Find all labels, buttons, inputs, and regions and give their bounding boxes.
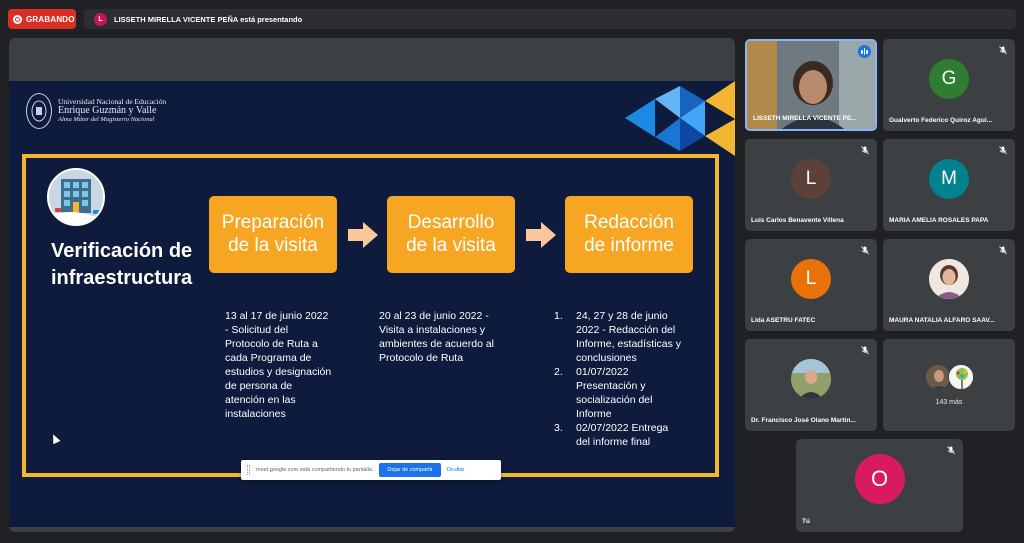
recording-label: GRABANDO xyxy=(26,14,75,24)
presentation-stage: Universidad Nacional de Educación Enriqu… xyxy=(9,38,735,532)
section-title-line1: Verificación de xyxy=(51,240,193,262)
desc-line: instalaciones xyxy=(225,407,286,420)
avatar xyxy=(791,358,831,399)
self-tile[interactable]: O Tú xyxy=(796,439,963,532)
desc-line: Informe, estadísticas y xyxy=(576,337,682,350)
university-seal-icon xyxy=(26,93,52,129)
desc-line: ambientes de acuerdo al xyxy=(379,337,494,350)
list-number: 3. xyxy=(554,421,563,434)
mic-off-icon xyxy=(999,146,1007,155)
presenter-avatar: L xyxy=(94,12,107,26)
step-1-description: 13 al 17 de junio 2022 - Solicitud del P… xyxy=(225,310,331,422)
recording-indicator[interactable]: GRABANDO xyxy=(8,9,76,29)
step-3-box: Redacción de informe xyxy=(565,196,693,273)
participant-name: Gualverto Federico Quiroz Agui... xyxy=(889,117,993,124)
step-1-box: Preparación de la visita xyxy=(209,196,337,273)
step-3-description: 1. 24, 27 y 28 de junio 2022 - Redacción… xyxy=(554,310,681,450)
avatar: O xyxy=(854,453,905,504)
desc-line: socialización del xyxy=(576,393,653,406)
university-motto: Alma Máter del Magisterio Nacional xyxy=(58,115,155,123)
desc-line: Protocolo de Ruta xyxy=(379,351,464,364)
participant-name: Lida ASETRU FATEC xyxy=(751,317,816,324)
participant-tile[interactable]: L Luis Carlos Benavente Villena xyxy=(745,139,877,231)
mic-off-icon xyxy=(999,246,1007,255)
mic-off-icon xyxy=(861,246,869,255)
arrow-right-icon xyxy=(526,222,556,248)
mic-off-icon xyxy=(999,46,1007,55)
desc-line: atención en las xyxy=(225,393,296,406)
participant-tile[interactable]: L Lida ASETRU FATEC xyxy=(745,239,877,331)
step-2-box: Desarrollo de la visita xyxy=(387,196,515,273)
list-item: 3. 02/07/2022 Entrega del informe final xyxy=(554,422,681,450)
step-3-label-line2: de informe xyxy=(584,234,674,256)
mic-off-icon xyxy=(861,346,869,355)
drag-handle-icon[interactable] xyxy=(247,465,250,475)
desc-line: de persona de xyxy=(225,379,293,392)
section-title: Verificación de infraestructura xyxy=(51,238,192,292)
desc-line: Protocolo de Ruta a xyxy=(225,337,318,350)
screen-share-bar: meet.google.com está compartiendo tu pan… xyxy=(241,460,501,480)
list-item: 2. 01/07/2022 Presentación y socializaci… xyxy=(554,366,681,422)
list-number: 1. xyxy=(554,310,563,322)
step-2-description: 20 al 23 de junio 2022 - Visita a instal… xyxy=(379,310,494,366)
university-logo: Universidad Nacional de Educación Enriqu… xyxy=(26,93,166,129)
desc-line: 20 al 23 de junio 2022 - xyxy=(379,310,489,322)
participant-name: LISSETH MIRELLA VICENTE PE... xyxy=(753,115,857,122)
step-1-label-line1: Preparación xyxy=(221,211,325,233)
step-1-label-line2: de la visita xyxy=(228,234,318,256)
avatar: G xyxy=(929,58,969,99)
mic-off-icon xyxy=(947,446,955,455)
desc-line: estudios y designación xyxy=(225,365,332,378)
avatar: L xyxy=(791,158,831,199)
desc-line: cada Programa de xyxy=(225,351,312,364)
avatar: M xyxy=(929,158,969,199)
participant-tile[interactable]: G Gualverto Federico Quiroz Agui... xyxy=(883,39,1015,131)
presenting-text: LISSETH MIRELLA VICENTE PEÑA está presen… xyxy=(114,14,303,24)
participant-name: Dr. Francisco José Olano Martin... xyxy=(751,417,856,424)
desc-line: 2022 - Redacción del xyxy=(576,323,676,336)
more-participants-tile[interactable]: 143 más xyxy=(883,339,1015,431)
participant-tile[interactable]: MAURA NATALIA ALFARO SAAV... xyxy=(883,239,1015,331)
section-title-line2: infraestructura xyxy=(51,267,193,289)
record-icon xyxy=(13,14,22,24)
participant-tile-presenter[interactable]: LISSETH MIRELLA VICENTE PE... xyxy=(745,39,877,131)
share-message: meet.google.com está compartiendo tu pan… xyxy=(256,467,374,473)
content-frame: Verificación de infraestructura Preparac… xyxy=(22,154,719,477)
desc-line: 01/07/2022 xyxy=(576,365,629,378)
desc-line: Visita a instalaciones y xyxy=(379,323,486,336)
participant-tile[interactable]: Dr. Francisco José Olano Martin... xyxy=(745,339,877,431)
hide-share-bar-button[interactable]: Ocultar xyxy=(447,467,465,473)
participant-tile[interactable]: M MARIA AMELIA ROSALES PAPA xyxy=(883,139,1015,231)
desc-line: 02/07/2022 Entrega xyxy=(576,421,669,434)
speaking-indicator-icon xyxy=(858,45,871,58)
desc-line: Presentación y xyxy=(576,379,646,392)
desc-line: 13 al 17 de junio 2022 xyxy=(225,310,329,322)
participant-name: Tú xyxy=(802,518,810,525)
desc-line: del informe final xyxy=(576,435,651,448)
stop-sharing-button[interactable]: Dejar de compartir xyxy=(379,463,441,477)
step-2-label-line1: Desarrollo xyxy=(407,211,495,233)
step-3-label-line1: Redacción xyxy=(584,211,674,233)
presenting-banner: L LISSETH MIRELLA VICENTE PEÑA está pres… xyxy=(84,9,1016,29)
desc-line: conclusiones xyxy=(576,351,637,364)
participant-name: Luis Carlos Benavente Villena xyxy=(751,217,844,224)
avatar xyxy=(929,258,969,299)
avatar: L xyxy=(791,258,831,299)
desc-line: - Solicitud del xyxy=(225,323,289,336)
avatar xyxy=(948,364,974,390)
participant-name: MAURA NATALIA ALFARO SAAV... xyxy=(889,317,995,324)
desc-line: 24, 27 y 28 de junio xyxy=(576,310,668,322)
list-item: 1. 24, 27 y 28 de junio 2022 - Redacción… xyxy=(554,310,681,366)
mic-off-icon xyxy=(861,146,869,155)
arrow-right-icon xyxy=(348,222,378,248)
more-participants-count: 143 más xyxy=(935,399,963,406)
decorative-triangles xyxy=(625,81,735,156)
building-icon xyxy=(47,168,105,226)
step-2-label-line2: de la visita xyxy=(406,234,496,256)
list-number: 2. xyxy=(554,365,563,378)
participant-name: MARIA AMELIA ROSALES PAPA xyxy=(889,217,989,224)
desc-line: Informe xyxy=(576,407,612,420)
